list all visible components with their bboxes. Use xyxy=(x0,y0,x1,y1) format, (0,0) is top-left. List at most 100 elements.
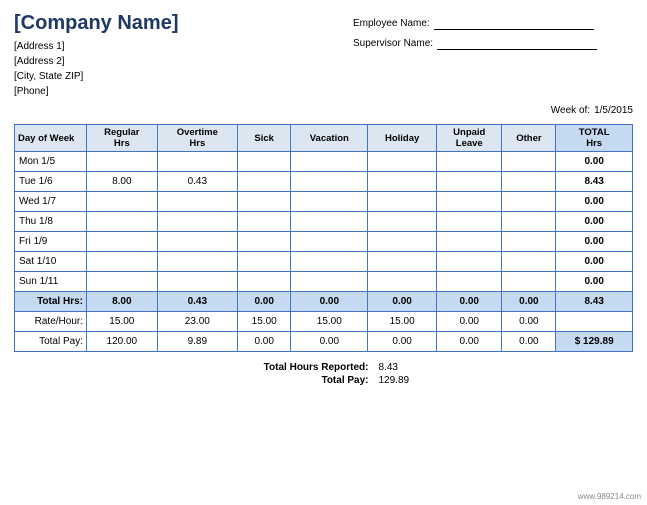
table-cell[interactable] xyxy=(291,192,368,212)
table-row: Wed 1/7 0.00 xyxy=(15,192,633,212)
company-name: [Company Name] xyxy=(14,12,178,35)
table-cell[interactable] xyxy=(368,232,437,252)
table-cell[interactable]: 0.00 xyxy=(556,232,633,252)
table-cell[interactable] xyxy=(237,272,290,292)
table-cell[interactable] xyxy=(291,172,368,192)
table-cell[interactable] xyxy=(157,192,237,212)
table-cell[interactable] xyxy=(157,252,237,272)
table-cell[interactable] xyxy=(368,152,437,172)
table-cell[interactable] xyxy=(291,212,368,232)
total-hrs-cell: 0.00 xyxy=(368,292,437,312)
total-hrs-cell: Total Hrs: xyxy=(15,292,87,312)
table-cell[interactable] xyxy=(87,252,158,272)
table-cell[interactable] xyxy=(87,152,158,172)
table-cell[interactable] xyxy=(157,212,237,232)
table-cell[interactable] xyxy=(437,272,502,292)
table-row: Tue 1/68.000.438.43 xyxy=(15,172,633,192)
table-cell[interactable] xyxy=(437,212,502,232)
week-value: 1/5/2015 xyxy=(594,105,633,116)
table-cell: Sat 1/10 xyxy=(15,252,87,272)
table-cell[interactable] xyxy=(368,172,437,192)
table-cell[interactable] xyxy=(87,192,158,212)
summary-pay-label: Total Pay: xyxy=(209,375,369,386)
col-header-other: Other xyxy=(502,125,556,152)
total-pay-cell: 0.00 xyxy=(237,332,290,352)
employee-name-row: Employee Name: xyxy=(353,16,633,30)
total-hrs-cell: 0.00 xyxy=(502,292,556,312)
table-cell[interactable] xyxy=(368,252,437,272)
rate-row: Rate/Hour:15.0023.0015.0015.0015.000.000… xyxy=(15,312,633,332)
table-cell[interactable] xyxy=(291,232,368,252)
summary-hours-value: 8.43 xyxy=(379,362,439,373)
table-cell: Sun 1/11 xyxy=(15,272,87,292)
rate-cell[interactable]: 15.00 xyxy=(237,312,290,332)
table-cell[interactable] xyxy=(237,192,290,212)
table-cell[interactable] xyxy=(502,252,556,272)
table-cell[interactable] xyxy=(237,232,290,252)
total-pay-cell: 0.00 xyxy=(502,332,556,352)
total-pay-cell: 0.00 xyxy=(368,332,437,352)
total-hrs-cell: 0.00 xyxy=(291,292,368,312)
timesheet-table: Day of Week RegularHrs OvertimeHrs Sick … xyxy=(14,124,633,352)
table-cell[interactable] xyxy=(368,272,437,292)
table-cell[interactable] xyxy=(157,272,237,292)
table-row: Fri 1/9 0.00 xyxy=(15,232,633,252)
table-cell[interactable]: 8.00 xyxy=(87,172,158,192)
table-cell[interactable] xyxy=(87,272,158,292)
col-header-sick: Sick xyxy=(237,125,290,152)
table-cell[interactable] xyxy=(437,252,502,272)
total-hrs-row: Total Hrs:8.000.430.000.000.000.000.008.… xyxy=(15,292,633,312)
rate-cell[interactable]: 0.00 xyxy=(437,312,502,332)
rate-cell[interactable]: 0.00 xyxy=(502,312,556,332)
table-cell[interactable] xyxy=(502,212,556,232)
summary-pay-value: 129.89 xyxy=(379,375,439,386)
table-cell[interactable] xyxy=(237,152,290,172)
table-cell[interactable] xyxy=(437,232,502,252)
table-cell[interactable] xyxy=(502,172,556,192)
table-cell[interactable] xyxy=(437,152,502,172)
employee-name-field[interactable] xyxy=(434,16,594,30)
table-cell[interactable]: 8.43 xyxy=(556,172,633,192)
phone: [Phone] xyxy=(14,84,178,99)
table-cell[interactable]: 0.00 xyxy=(556,272,633,292)
table-cell[interactable] xyxy=(157,152,237,172)
table-cell[interactable] xyxy=(237,172,290,192)
rate-cell[interactable]: 15.00 xyxy=(291,312,368,332)
rate-cell[interactable]: 15.00 xyxy=(87,312,158,332)
week-label: Week of: xyxy=(551,105,590,116)
rate-cell[interactable]: 15.00 xyxy=(368,312,437,332)
table-cell[interactable] xyxy=(237,212,290,232)
table-cell: Wed 1/7 xyxy=(15,192,87,212)
rate-cell[interactable]: 23.00 xyxy=(157,312,237,332)
table-cell[interactable] xyxy=(157,232,237,252)
table-cell[interactable]: 0.00 xyxy=(556,252,633,272)
table-cell: Fri 1/9 xyxy=(15,232,87,252)
total-hrs-cell: 0.00 xyxy=(437,292,502,312)
total-hrs-cell: 8.00 xyxy=(87,292,158,312)
table-cell[interactable] xyxy=(437,192,502,212)
col-header-regular: RegularHrs xyxy=(87,125,158,152)
table-cell[interactable] xyxy=(502,272,556,292)
employee-info: Employee Name: Supervisor Name: xyxy=(353,12,633,99)
table-cell[interactable] xyxy=(87,212,158,232)
table-cell[interactable] xyxy=(291,252,368,272)
table-cell[interactable]: 0.43 xyxy=(157,172,237,192)
supervisor-name-field[interactable] xyxy=(437,36,597,50)
table-cell[interactable]: 0.00 xyxy=(556,152,633,172)
table-cell[interactable] xyxy=(502,232,556,252)
table-cell[interactable] xyxy=(502,192,556,212)
table-cell[interactable]: 0.00 xyxy=(556,212,633,232)
rate-cell[interactable] xyxy=(556,312,633,332)
table-cell[interactable] xyxy=(368,212,437,232)
table-cell[interactable] xyxy=(502,152,556,172)
table-cell[interactable] xyxy=(368,192,437,212)
header-section: [Company Name] [Address 1] [Address 2] [… xyxy=(14,12,633,99)
table-cell[interactable]: 0.00 xyxy=(556,192,633,212)
table-cell[interactable] xyxy=(291,272,368,292)
total-pay-cell: 0.00 xyxy=(437,332,502,352)
table-cell[interactable] xyxy=(87,232,158,252)
table-cell[interactable] xyxy=(437,172,502,192)
table-cell[interactable] xyxy=(237,252,290,272)
summary-pay-row: Total Pay: 129.89 xyxy=(14,375,633,386)
table-cell[interactable] xyxy=(291,152,368,172)
